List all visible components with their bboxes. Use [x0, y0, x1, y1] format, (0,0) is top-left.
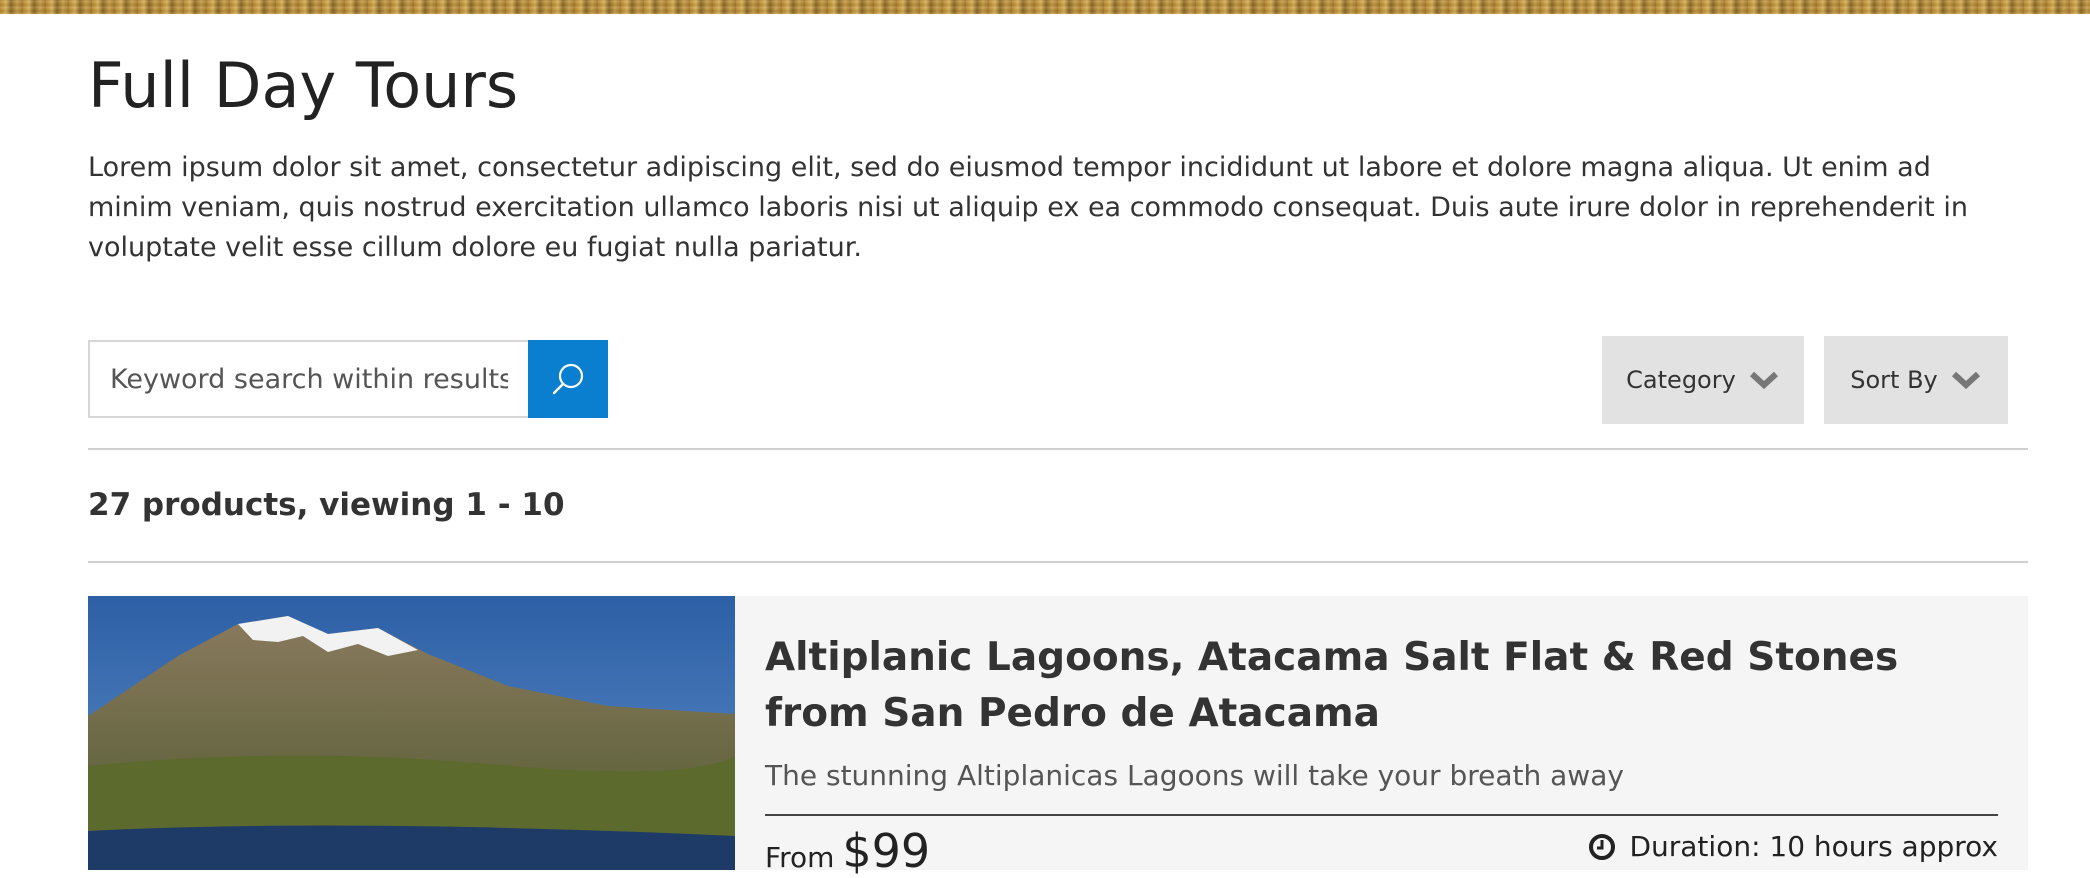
price-prefix: From — [765, 841, 835, 874]
category-dropdown-label: Category — [1626, 366, 1736, 394]
chevron-down-icon — [1951, 371, 1980, 390]
search-bar — [88, 340, 608, 418]
category-dropdown[interactable]: Category — [1602, 336, 1804, 424]
page-intro: Lorem ipsum dolor sit amet, consectetur … — [88, 152, 1968, 263]
product-duration: Duration: 10 hours approx — [1587, 830, 1998, 863]
duration-text: Duration: 10 hours approx — [1629, 830, 1998, 863]
search-button[interactable] — [528, 340, 608, 418]
product-image[interactable] — [88, 596, 735, 870]
hero-banner-strip — [0, 0, 2090, 14]
search-icon — [552, 363, 584, 395]
sort-by-dropdown[interactable]: Sort By — [1824, 336, 2008, 424]
product-subtitle: The stunning Altiplanicas Lagoons will t… — [765, 759, 1624, 792]
results-count: 27 products, viewing 1 - 10 — [88, 487, 565, 523]
product-card[interactable]: Altiplanic Lagoons, Atacama Salt Flat & … — [88, 596, 2028, 878]
product-title[interactable]: Altiplanic Lagoons, Atacama Salt Flat & … — [765, 630, 2005, 742]
page-title: Full Day Tours — [88, 49, 519, 122]
sort-by-dropdown-label: Sort By — [1850, 366, 1938, 394]
product-divider — [765, 814, 1998, 816]
clock-icon — [1589, 833, 1616, 860]
search-input[interactable] — [88, 340, 528, 418]
chevron-down-icon — [1749, 371, 1778, 390]
divider — [88, 561, 2028, 563]
divider — [88, 448, 2028, 450]
